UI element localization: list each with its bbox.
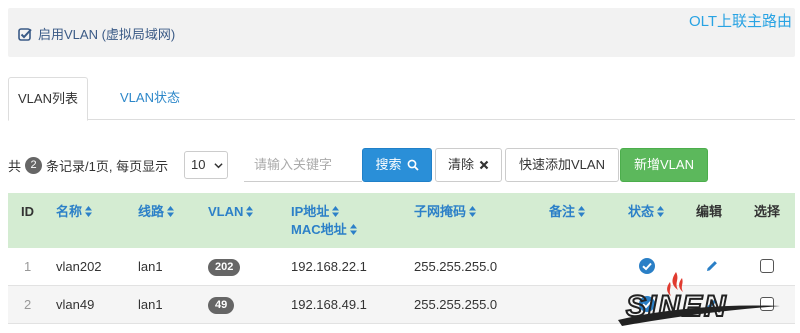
column-line-label: 线路	[138, 204, 165, 219]
column-vlan-label: VLAN	[208, 204, 244, 219]
chevron-down-icon	[214, 163, 223, 169]
column-status[interactable]: 状态	[628, 203, 665, 221]
row-name: vlan49	[56, 297, 95, 312]
new-vlan-button[interactable]: 新增VLAN	[620, 148, 708, 182]
count-prefix: 共	[8, 159, 22, 174]
watermark-text: SINEN	[626, 290, 728, 323]
sort-icon	[332, 206, 340, 217]
enable-vlan-toggle[interactable]: 启用VLAN (虚拟局域网)	[18, 24, 175, 43]
search-button[interactable]: 搜索	[362, 148, 432, 182]
watermark-logo: SINEN	[618, 272, 780, 326]
sort-icon	[246, 206, 254, 217]
column-edit: 编辑	[696, 204, 723, 219]
sort-icon	[85, 206, 93, 217]
column-mask[interactable]: 子网掩码	[414, 203, 477, 221]
clear-button[interactable]: 清除	[435, 148, 502, 182]
row-mask: 255.255.255.0	[414, 259, 498, 274]
column-line[interactable]: 线路	[138, 203, 175, 221]
close-icon	[479, 160, 489, 170]
table-header: ID 名称 线路 VLAN IP地址 MAC地址 子网掩码 备注 状态 编辑 选…	[8, 193, 795, 248]
column-select: 选择	[754, 204, 781, 219]
column-name[interactable]: 名称	[56, 203, 93, 221]
column-vlan[interactable]: VLAN	[208, 203, 254, 221]
search-icon	[407, 159, 419, 171]
row-vlan: 49	[208, 286, 235, 323]
column-name-label: 名称	[56, 204, 83, 219]
tab-bar: VLAN列表 VLAN状态	[8, 77, 795, 121]
enable-vlan-label: 启用VLAN (虚拟局域网)	[38, 27, 176, 42]
column-note[interactable]: 备注	[549, 203, 586, 221]
vlan-badge: 49	[208, 297, 235, 315]
page-size-select[interactable]: 10	[184, 151, 228, 179]
record-count: 共 2 条记录/1页, 每页显示	[8, 156, 168, 175]
column-status-label: 状态	[628, 204, 655, 219]
count-suffix: 条记录/1页, 每页显示	[46, 159, 169, 174]
row-ip: 192.168.49.1	[291, 297, 367, 312]
column-ip[interactable]: IP地址	[291, 203, 357, 221]
row-name: vlan202	[56, 259, 102, 274]
table-toolbar: 共 2 条记录/1页, 每页显示 10 搜索 清除 快速添加VLAN 新增VLA…	[8, 148, 795, 182]
quick-add-vlan-button[interactable]: 快速添加VLAN	[505, 148, 619, 182]
column-mac[interactable]: MAC地址	[291, 221, 357, 239]
column-id: ID	[21, 204, 34, 219]
column-ip-label: IP地址	[291, 204, 330, 219]
column-mac-label: MAC地址	[291, 222, 347, 237]
row-vlan: 202	[208, 248, 241, 285]
sort-icon	[349, 224, 357, 235]
row-line: lan1	[138, 259, 163, 274]
column-note-label: 备注	[549, 204, 576, 219]
column-mask-label: 子网掩码	[414, 204, 467, 219]
sort-icon	[657, 206, 665, 217]
row-line: lan1	[138, 297, 163, 312]
row-id: 1	[24, 259, 32, 274]
page-size-value: 10	[191, 157, 206, 172]
row-id: 2	[24, 297, 32, 312]
search-input[interactable]	[244, 148, 362, 182]
tab-vlan-status[interactable]: VLAN状态	[108, 77, 192, 118]
sort-icon	[469, 206, 477, 217]
checked-square-icon[interactable]	[18, 27, 32, 41]
sort-icon	[167, 206, 175, 217]
sort-icon	[578, 206, 586, 217]
row-mask: 255.255.255.0	[414, 297, 498, 312]
search-button-label: 搜索	[375, 157, 402, 172]
count-badge: 2	[25, 157, 43, 174]
clear-button-label: 清除	[447, 157, 474, 172]
page-title: OLT上联主路由	[688, 13, 792, 30]
tab-vlan-list[interactable]: VLAN列表	[8, 77, 88, 121]
vlan-badge: 202	[208, 259, 241, 277]
column-ip-mac[interactable]: IP地址 MAC地址	[291, 203, 357, 239]
row-ip: 192.168.22.1	[291, 259, 367, 274]
